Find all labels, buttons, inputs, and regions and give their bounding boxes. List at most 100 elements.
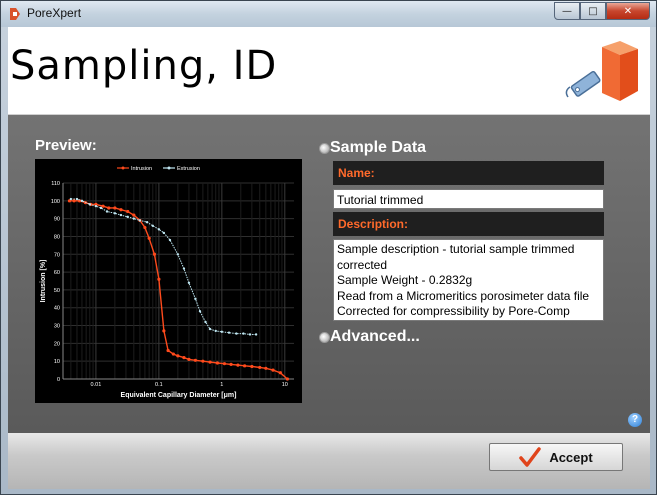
data-point-extrusion: [69, 197, 73, 201]
checkmark-icon: [519, 447, 542, 467]
data-point-intrusion: [250, 364, 254, 369]
data-point-extrusion: [75, 197, 79, 201]
legend-label: Intrusion: [131, 166, 152, 172]
data-point-intrusion: [182, 356, 186, 360]
data-point-extrusion: [204, 320, 207, 324]
data-point-extrusion: [113, 212, 117, 215]
y-tick-label: 70: [54, 252, 60, 258]
window-title: PoreXpert: [27, 6, 82, 20]
title-bar[interactable]: PoreXpert — □ ✕: [1, 1, 656, 27]
data-point-intrusion: [264, 366, 268, 370]
data-point-intrusion: [187, 357, 191, 361]
y-tick-label: 110: [51, 181, 60, 187]
data-point-extrusion: [80, 199, 84, 203]
y-tick-label: 60: [54, 270, 60, 276]
footer-bar: Accept: [8, 433, 650, 489]
data-point-intrusion: [166, 348, 170, 353]
data-point-extrusion: [151, 224, 154, 227]
y-tick-label: 40: [54, 306, 60, 312]
data-point-intrusion: [193, 358, 197, 362]
data-point-intrusion: [222, 362, 227, 366]
page-header: Sampling, ID: [8, 27, 650, 115]
data-point-intrusion: [126, 209, 130, 214]
data-point-intrusion: [157, 277, 161, 281]
data-point-intrusion: [143, 225, 147, 230]
data-point-extrusion: [187, 281, 191, 284]
accept-button[interactable]: Accept: [489, 443, 623, 471]
porexpert-logo-icon: [565, 41, 638, 101]
data-point-extrusion: [198, 310, 202, 313]
x-tick-label: 0.01: [91, 382, 102, 388]
data-point-extrusion: [145, 221, 149, 224]
data-point-intrusion: [201, 359, 205, 363]
data-point-extrusion: [162, 231, 166, 235]
data-point-extrusion: [119, 213, 123, 217]
x-tick-label: 1: [220, 382, 223, 388]
data-point-intrusion: [278, 371, 282, 375]
y-tick-label: 0: [57, 377, 60, 383]
help-icon[interactable]: ?: [628, 413, 642, 427]
app-window: PoreXpert — □ ✕ Sampling, ID Preview: 0 …: [0, 0, 657, 495]
data-point-intrusion: [107, 206, 111, 210]
advanced-radio[interactable]: [319, 332, 330, 343]
series-line-extrusion: [70, 198, 257, 335]
y-tick-label: 100: [51, 199, 60, 205]
data-point-extrusion: [248, 333, 252, 336]
data-point-intrusion: [243, 364, 247, 368]
x-tick-label: 10: [282, 382, 288, 388]
x-tick-label: 0.1: [155, 382, 163, 388]
data-point-intrusion: [208, 360, 212, 364]
data-point-extrusion: [194, 297, 197, 301]
data-point-intrusion: [132, 213, 136, 217]
data-point-intrusion: [285, 377, 290, 381]
data-point-extrusion: [88, 203, 92, 206]
accept-button-label: Accept: [549, 449, 593, 465]
advanced-label[interactable]: Advanced...: [330, 328, 420, 346]
legend-marker-extrusion: [167, 166, 171, 170]
data-point-intrusion: [258, 365, 262, 370]
data-point-intrusion: [147, 236, 151, 240]
data-point-extrusion: [254, 333, 258, 336]
data-point-intrusion: [271, 368, 275, 372]
y-tick-label: 10: [54, 359, 60, 365]
app-icon: [10, 8, 20, 20]
data-point-intrusion: [72, 199, 76, 203]
data-point-extrusion: [105, 210, 109, 213]
y-tick-label: 90: [54, 217, 60, 223]
name-field-label: Name:: [333, 161, 604, 185]
data-point-extrusion: [138, 219, 142, 222]
sample-data-radio[interactable]: [319, 143, 330, 154]
sample-data-label[interactable]: Sample Data: [330, 139, 426, 157]
y-tick-label: 20: [54, 341, 60, 347]
preview-chart: 0 10 20 30 40 50 60 70 80 90 100 110 0.01 0.1 1 10 Equiv…: [35, 159, 302, 403]
data-point-intrusion: [113, 206, 117, 210]
data-point-intrusion: [215, 361, 219, 365]
data-point-extrusion: [168, 238, 172, 242]
y-tick-label: 30: [54, 324, 60, 330]
name-input[interactable]: Tutorial trimmed: [333, 189, 604, 209]
maximize-button[interactable]: □: [580, 2, 606, 20]
data-point-extrusion: [157, 228, 161, 231]
close-button[interactable]: ✕: [606, 2, 650, 20]
data-point-extrusion: [132, 217, 136, 220]
data-point-extrusion: [99, 206, 103, 210]
data-point-extrusion: [208, 327, 212, 331]
description-textarea[interactable]: Sample description - tutorial sample tri…: [333, 239, 604, 321]
x-axis-label: Equivalent Capillary Diameter [μm]: [121, 392, 237, 399]
y-axis-label: Intrusion [%]: [40, 260, 47, 303]
data-point-intrusion: [229, 362, 233, 366]
preview-label: Preview:: [35, 137, 97, 154]
legend-marker-intrusion: [121, 166, 125, 170]
data-point-intrusion: [171, 352, 175, 356]
data-point-extrusion: [214, 329, 217, 333]
minimize-button[interactable]: —: [554, 2, 580, 20]
description-field-label: Description:: [333, 212, 604, 236]
window-controls: — □ ✕: [554, 2, 650, 20]
data-point-extrusion: [182, 267, 186, 270]
client-area: Sampling, ID Preview: 0 10 20 30 40 50 60 70 80 9…: [8, 27, 650, 489]
data-point-intrusion: [119, 208, 123, 212]
data-point-extrusion: [227, 331, 231, 334]
porosimetry-chart: 01020304050607080901001100.01 0.1 1 10Equiv…: [40, 166, 294, 399]
data-point-extrusion: [94, 204, 98, 208]
page-title: Sampling, ID: [10, 43, 278, 89]
